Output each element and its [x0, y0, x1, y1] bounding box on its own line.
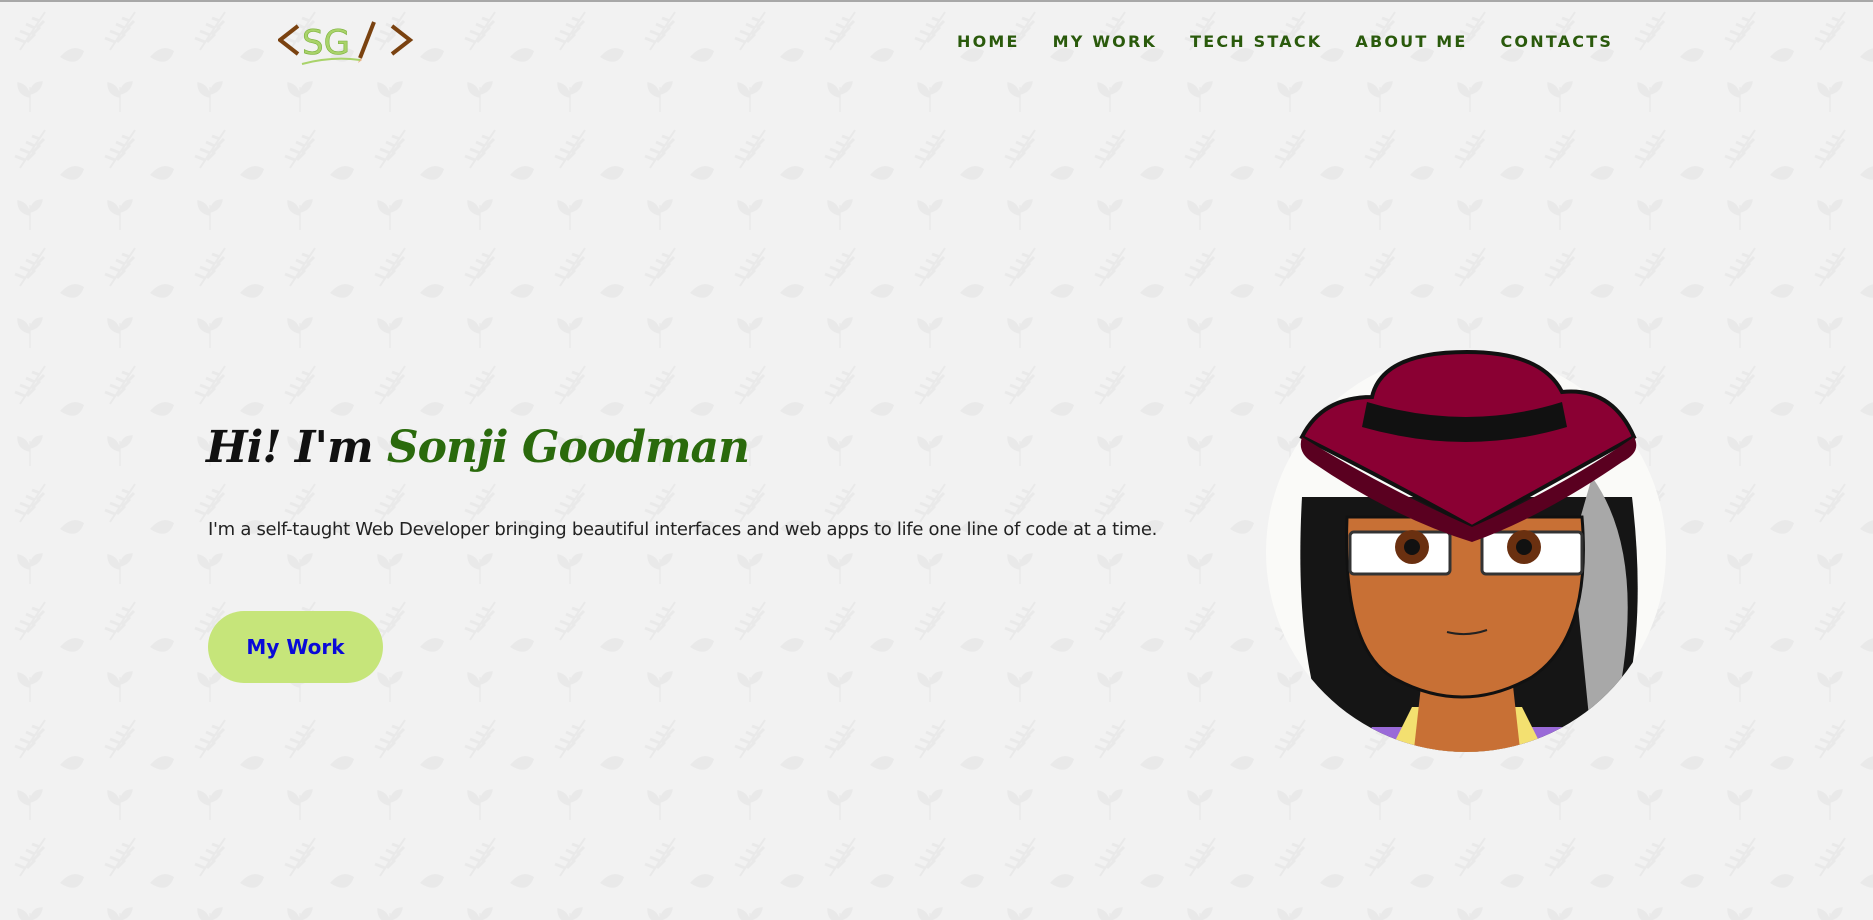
nav-tech-stack[interactable]: TECH STACK [1190, 32, 1322, 51]
hero-name: Sonji Goodman [386, 422, 750, 473]
hero-greeting: Hi! I'm [206, 422, 374, 473]
nav-my-work[interactable]: MY WORK [1053, 32, 1157, 51]
avatar [1266, 349, 1666, 752]
hero-heading: Hi! I'm Sonji Goodman [206, 422, 750, 473]
hero-subtitle: I'm a self-taught Web Developer bringing… [208, 519, 1158, 540]
nav-home[interactable]: HOME [957, 32, 1020, 51]
my-work-button[interactable]: My Work [208, 611, 383, 683]
site-logo[interactable]: SG [278, 14, 418, 68]
nav-about-me[interactable]: ABOUT ME [1355, 32, 1467, 51]
svg-text:SG: SG [302, 23, 350, 63]
main-nav: HOME MY WORK TECH STACK ABOUT ME CONTACT… [957, 32, 1613, 51]
nav-contacts[interactable]: CONTACTS [1500, 32, 1613, 51]
